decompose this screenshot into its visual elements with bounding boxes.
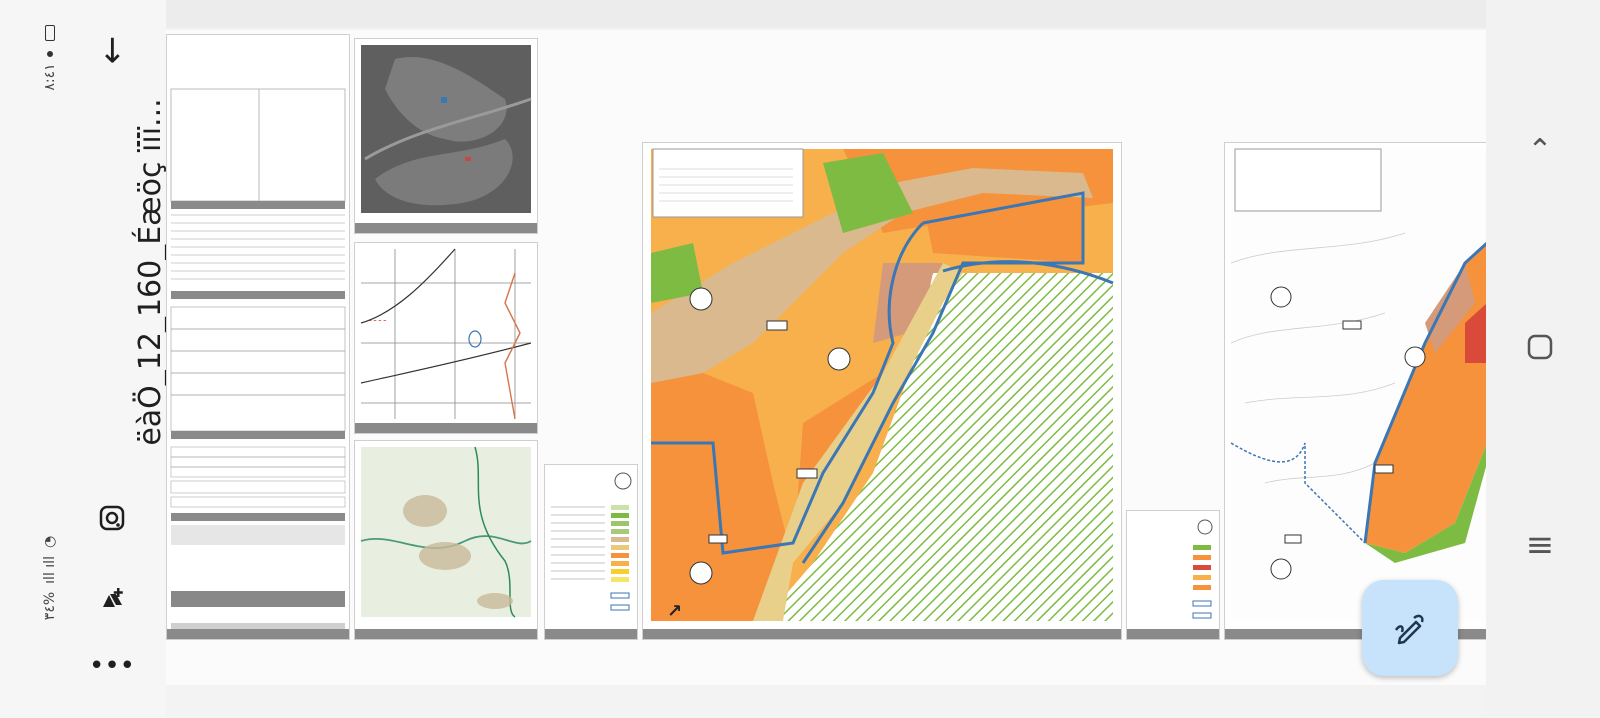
location-sketch-sheet: ـ ـ ـ ـ [354,242,538,434]
topographic-map [360,446,532,618]
arrow-up-icon: ← [92,35,132,65]
zoning-plan-map: ↗ [651,148,1114,622]
more-options-button[interactable]: ••• [89,646,136,686]
more-vertical-icon: ••• [89,651,136,681]
satellite-image [361,45,532,213]
home-square-icon [1527,334,1553,360]
location-sketch: ـ ـ ـ ـ [360,248,532,420]
google-lens-button[interactable] [92,498,132,538]
recents-lines-icon: ≡ [1525,525,1555,565]
system-navigation-bar: ⌃ ≡ [1486,0,1600,718]
satellite-map-sheet [354,38,538,234]
wifi-icon: ◔ [42,535,58,549]
add-to-drive-button[interactable] [92,580,132,620]
zoning-plan-sheet-2 [1224,142,1489,640]
title-block-drawing [170,88,346,631]
topographic-map-sheet [354,440,538,640]
signal-icon: ıll ıll [42,556,58,584]
battery-percent: ٣٤% [42,591,58,621]
svg-text:ـ ـ ـ ـ: ـ ـ ـ ـ [368,314,387,323]
status-time: ٨:٤١ [42,63,58,91]
svg-text:↗: ↗ [667,601,682,622]
status-bar-left: ٣٤% ıll ıll ◔ [32,488,68,668]
recents-button[interactable]: ≡ [1510,520,1570,570]
sheet-caption [355,629,537,639]
edit-fab-button[interactable] [1362,580,1458,676]
sheet-caption [355,223,537,233]
chevron-up-icon: ⌃ [1527,132,1553,168]
status-icon [45,25,55,42]
sheet-caption [355,423,537,433]
zoning-plan-map-2 [1230,148,1489,621]
legend-sheet [544,464,638,640]
title-block-sheet [166,34,350,640]
google-lens-icon [99,505,125,531]
sheet-caption [1127,629,1219,639]
legend-2 [1192,519,1213,619]
sheet-caption [545,629,637,639]
home-button[interactable] [1510,322,1570,372]
sheet-caption [167,629,349,639]
scroll-up-button[interactable]: ⌃ [1510,125,1570,175]
add-to-drive-icon [103,588,123,607]
notification-dot-icon [47,51,53,58]
legend-sheet-2 [1126,510,1220,640]
viewer-toolbar: ٨:٤١ ٣٤% ıll ıll ◔ ← ëàÖ_12_160_Éæöç ïïï… [0,0,168,718]
legend [551,472,632,611]
document-scroll-strip [166,0,1486,28]
sheet-caption [643,629,1121,639]
document-page[interactable]: ـ ـ ـ ـ ↗ [166,30,1489,685]
edit-pen-icon [1394,614,1424,645]
status-bar-right: ٨:٤١ [32,8,68,108]
document-viewer[interactable]: ـ ـ ـ ـ ↗ [166,0,1489,718]
back-button[interactable]: ← [90,28,134,72]
zoning-plan-sheet: ↗ [642,142,1122,640]
